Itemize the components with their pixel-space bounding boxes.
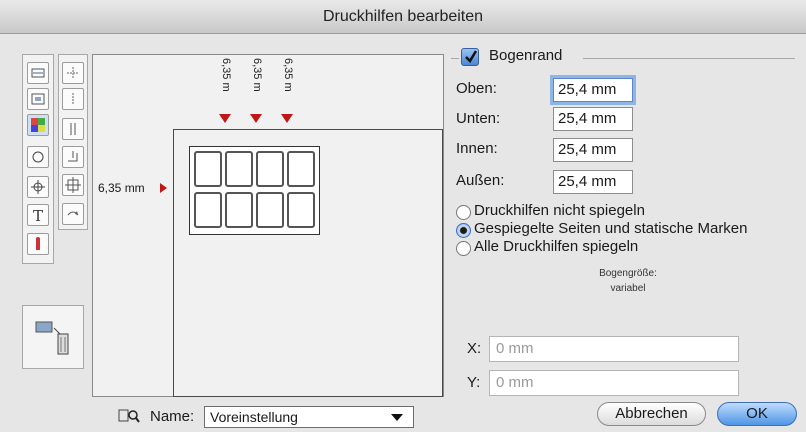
radio-no-mirror-label[interactable]: Druckhilfen nicht spiegeln [474, 202, 645, 219]
vertical-line-icon[interactable] [62, 88, 84, 110]
top-mark-label: 6,35 m [251, 58, 263, 92]
card-cell [225, 151, 253, 187]
card-cell [194, 151, 222, 187]
y-field[interactable]: 0 mm [489, 370, 739, 396]
rotate-mark-icon[interactable] [62, 203, 84, 225]
zoom-icon[interactable] [118, 408, 140, 424]
top-mark-arrow [281, 114, 293, 123]
y-label: Y: [467, 374, 481, 391]
text-tool-icon[interactable]: T [27, 204, 49, 226]
aussen-field[interactable]: 25,4 mm [553, 170, 633, 194]
double-line-icon[interactable] [62, 118, 84, 140]
unten-label: Unten: [456, 110, 501, 127]
circle-mark-icon[interactable] [27, 146, 49, 168]
ok-button[interactable]: OK [717, 402, 797, 426]
top-mark-arrow [250, 114, 262, 123]
crop-marks-icon[interactable] [27, 62, 49, 84]
group-divider [583, 58, 795, 59]
frame-mark-icon[interactable] [62, 174, 84, 196]
card-cell [256, 192, 284, 228]
name-select[interactable]: Voreinstellung [204, 406, 414, 428]
card-cell [287, 192, 315, 228]
radio-mirror-pages-label[interactable]: Gespiegelte Seiten und statische Marken [474, 220, 748, 237]
innen-label: Innen: [456, 140, 498, 157]
radio-no-mirror[interactable] [456, 205, 471, 220]
window-title: Druckhilfen bearbeiten [0, 0, 806, 34]
sheet-size-value: variabel [610, 283, 646, 294]
name-label: Name: [150, 408, 195, 425]
left-mark-arrow [160, 183, 167, 193]
oben-field[interactable]: 25,4 mm [553, 78, 633, 102]
group-divider [451, 58, 459, 59]
sheet-size-label: Bogengröße: [599, 268, 657, 279]
corner-mark-icon[interactable] [62, 146, 84, 168]
unten-field[interactable]: 25,4 mm [553, 107, 633, 131]
cancel-button[interactable]: Abbrechen [597, 402, 706, 426]
crosshair-mark-icon[interactable] [62, 62, 84, 84]
top-mark-label: 6,35 m [220, 58, 232, 92]
top-mark-label: 6,35 m [282, 58, 294, 92]
bogenrand-checkbox[interactable] [461, 48, 479, 66]
aussen-label: Außen: [456, 172, 505, 189]
target-mark-icon[interactable] [27, 176, 49, 198]
card-cell [256, 151, 284, 187]
left-mark-label: 6,35 mm [98, 181, 145, 195]
chevron-down-icon [391, 414, 403, 421]
oben-label: Oben: [456, 80, 497, 97]
bleed-marks-icon[interactable] [27, 88, 49, 110]
svg-text:T: T [33, 207, 43, 223]
radio-mirror-all[interactable] [456, 241, 471, 256]
card-cell [194, 192, 222, 228]
trash-icon[interactable] [34, 320, 74, 356]
radio-mirror-all-label[interactable]: Alle Druckhilfen spiegeln [474, 238, 638, 255]
radio-mirror-pages[interactable] [456, 223, 471, 238]
card-cell [287, 151, 315, 187]
top-mark-arrow [219, 114, 231, 123]
x-field[interactable]: 0 mm [489, 336, 739, 362]
x-label: X: [467, 340, 482, 357]
info-mark-icon[interactable] [27, 233, 49, 255]
innen-field[interactable]: 25,4 mm [553, 138, 633, 162]
card-cell [225, 192, 253, 228]
bogenrand-label: Bogenrand [489, 47, 563, 64]
registration-marks-icon[interactable] [27, 114, 49, 136]
name-select-value: Voreinstellung [210, 409, 298, 425]
